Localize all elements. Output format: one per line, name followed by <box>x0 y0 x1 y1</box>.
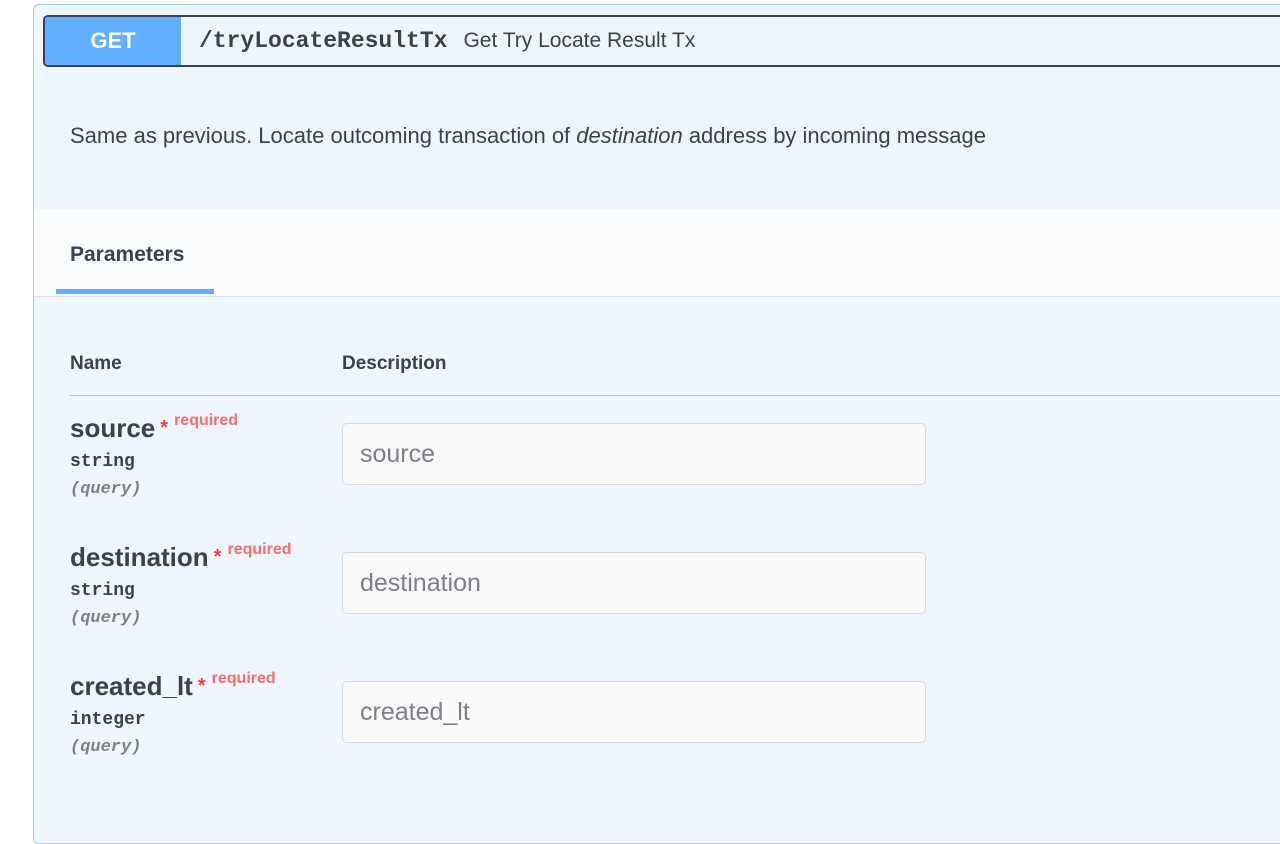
description-text-end: address by incoming message <box>682 123 986 148</box>
required-label: required <box>211 670 276 687</box>
required-label: required <box>174 412 239 429</box>
tab-parameters[interactable]: Parameters <box>70 243 184 267</box>
source-input[interactable] <box>342 423 926 485</box>
parameter-name: source <box>70 413 156 443</box>
parameter-name: created_lt <box>70 671 193 701</box>
column-header-name: Name <box>70 353 122 374</box>
column-header-description: Description <box>342 353 447 374</box>
required-asterisk: * <box>160 417 169 439</box>
parameter-created-lt: created_lt * required integer (query) <box>70 670 276 757</box>
tab-active-indicator <box>56 289 214 294</box>
parameter-location: (query) <box>70 480 142 499</box>
required-label: required <box>227 541 292 558</box>
destination-input[interactable] <box>342 552 926 614</box>
description-emphasis: destination <box>576 123 683 148</box>
operation-description: Same as previous. Locate outcoming trans… <box>70 123 986 149</box>
created-lt-input[interactable] <box>342 681 926 743</box>
parameter-name: destination <box>70 542 209 572</box>
parameter-location: (query) <box>70 609 142 628</box>
required-asterisk: * <box>213 546 222 568</box>
operation-summary[interactable]: GET /tryLocateResultTx Get Try Locate Re… <box>43 15 1280 67</box>
http-method-badge: GET <box>45 17 181 65</box>
parameter-type: string <box>70 581 135 601</box>
parameter-type: integer <box>70 710 146 730</box>
required-asterisk: * <box>197 675 206 697</box>
description-text-start: Same as previous. Locate outcoming trans… <box>70 123 577 148</box>
operation-block: GET /tryLocateResultTx Get Try Locate Re… <box>33 4 1280 844</box>
parameter-type: string <box>70 452 135 472</box>
table-header-divider <box>70 395 1280 396</box>
operation-summary-text: Get Try Locate Result Tx <box>463 29 696 52</box>
parameter-location: (query) <box>70 738 142 757</box>
endpoint-path: /tryLocateResultTx <box>199 28 448 54</box>
parameter-source: source * required string (query) <box>70 412 239 499</box>
parameter-destination: destination * required string (query) <box>70 541 292 628</box>
parameters-tab-header: Parameters <box>34 209 1280 297</box>
